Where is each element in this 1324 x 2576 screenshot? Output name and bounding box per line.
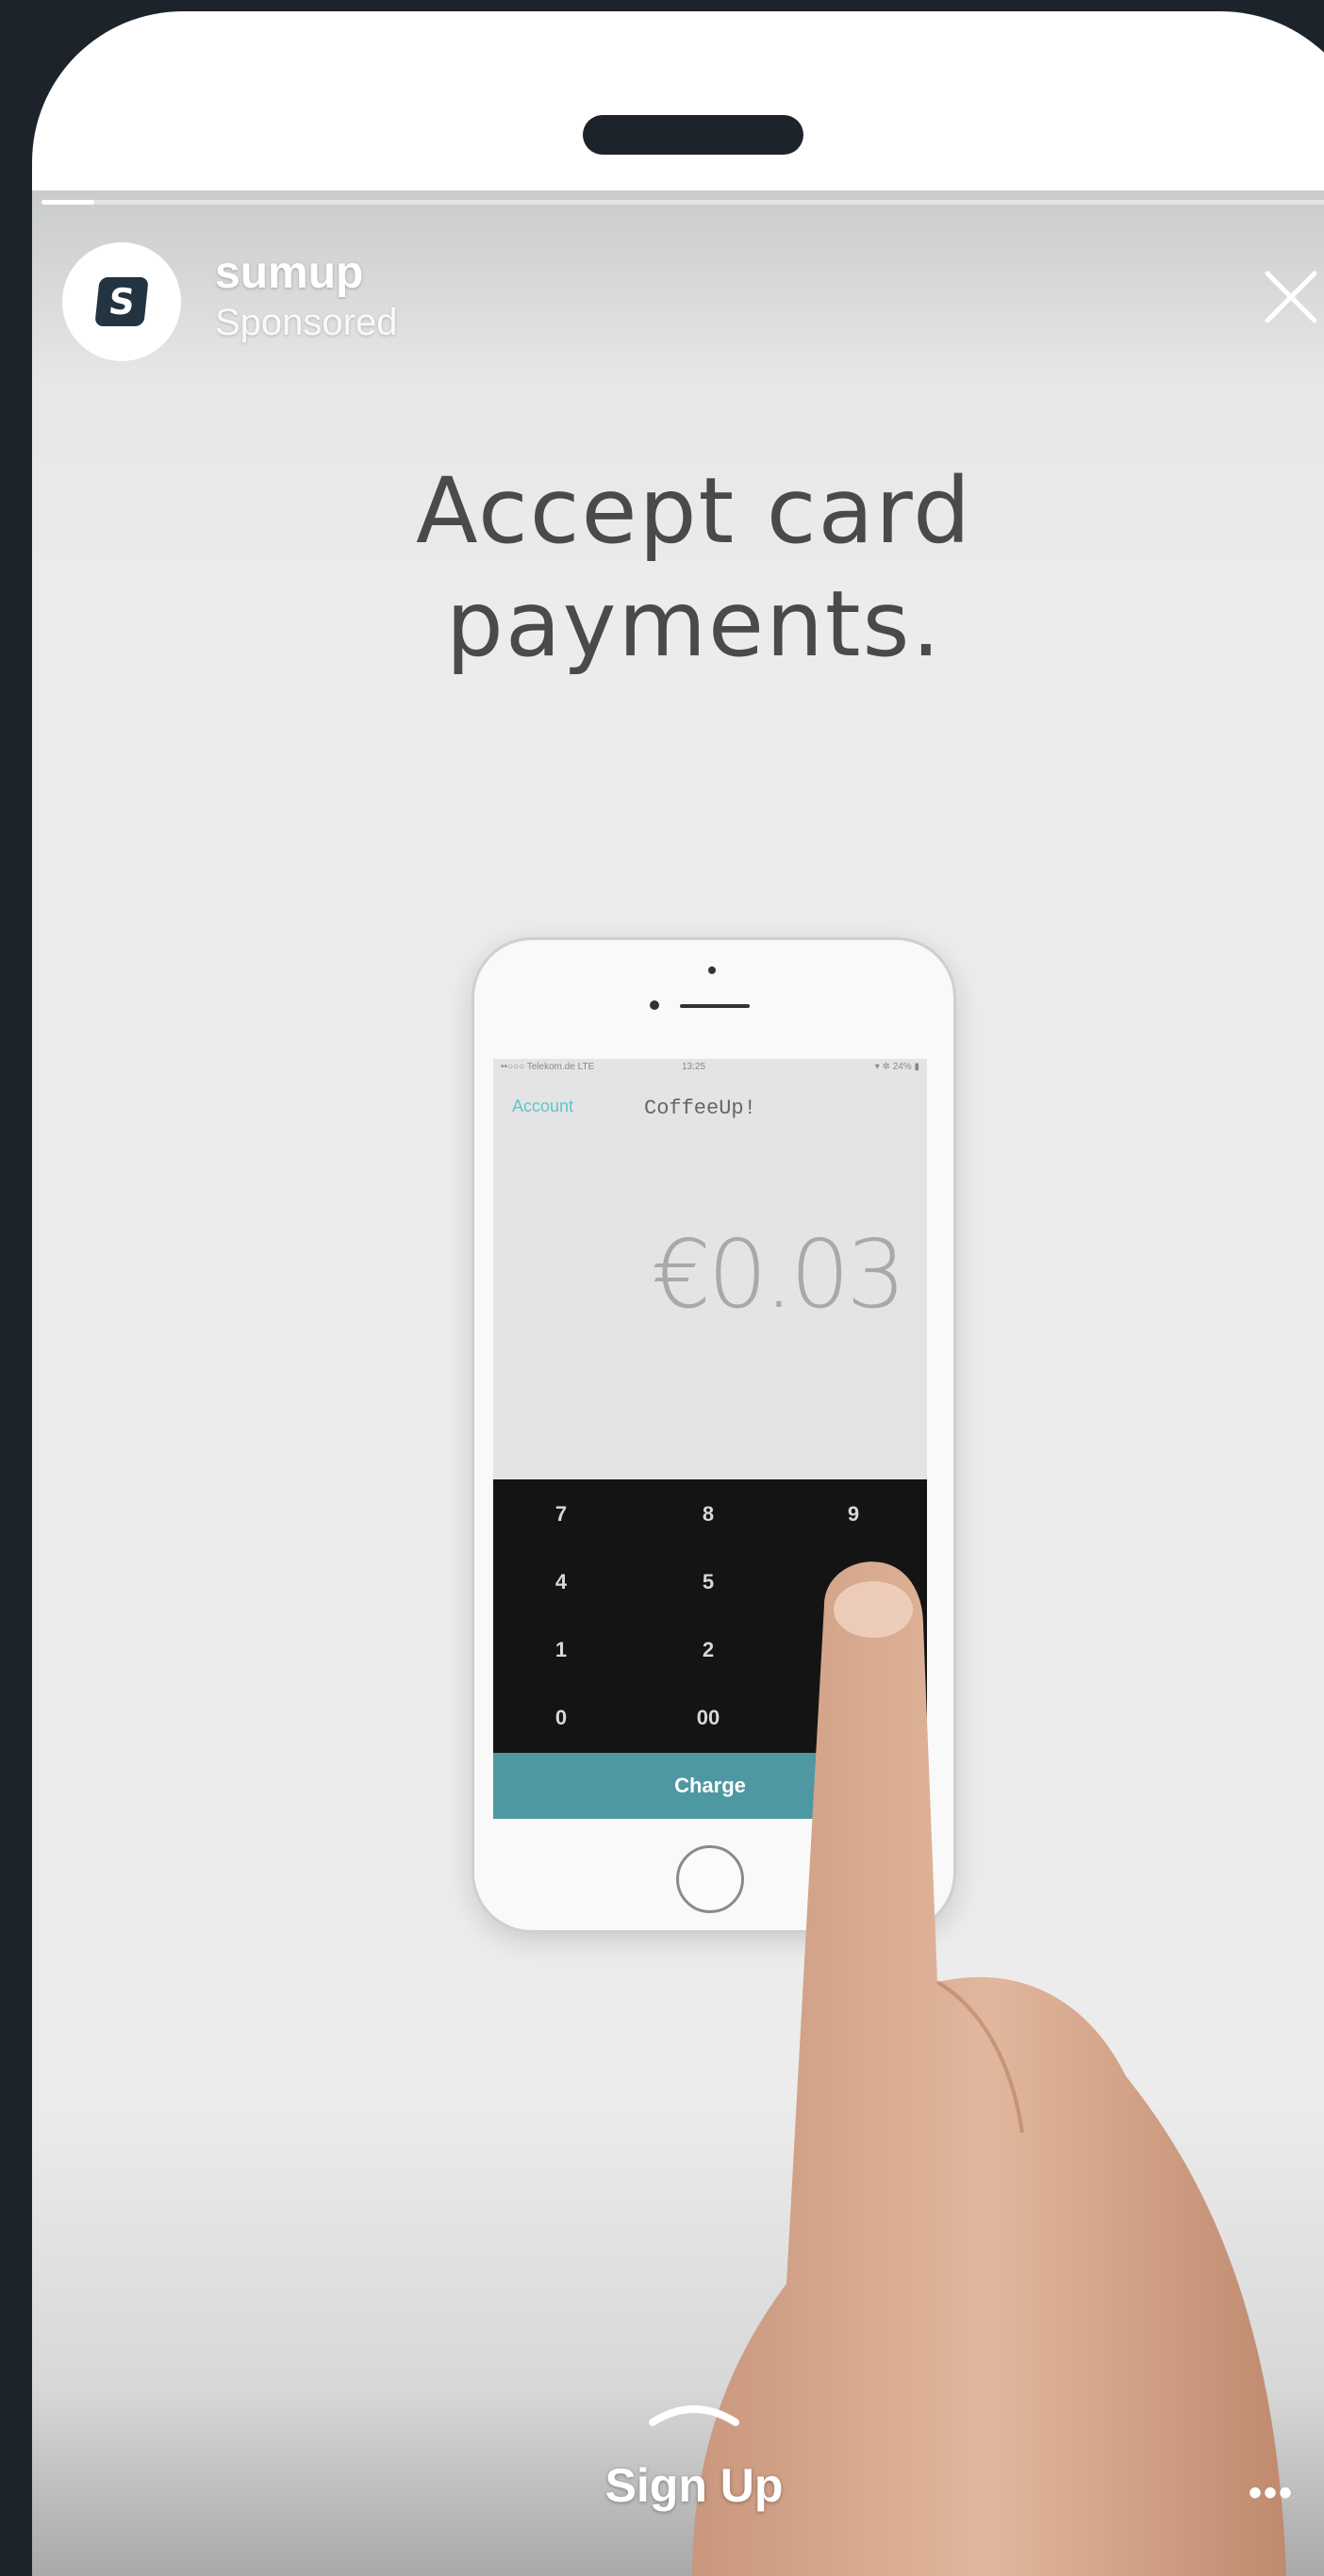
app-account-link: Account [512, 1097, 574, 1115]
phone-sensor [708, 966, 716, 974]
story-progress-fill [41, 200, 94, 205]
amount-display: €0.03 [651, 1219, 906, 1329]
phone-image: ••○○○ Telekom.de LTE 13:25 ▾ ✲ 24% ▮ Acc… [472, 937, 956, 1933]
account-name[interactable]: sumup [215, 247, 363, 299]
headline-line-2: payments. [445, 571, 943, 677]
sign-up-button[interactable]: Sign Up [32, 2458, 1324, 2513]
key-8: 8 [702, 1502, 715, 1526]
account-avatar[interactable]: S [62, 242, 181, 361]
key-0: 0 [554, 1706, 568, 1729]
key-7: 7 [554, 1502, 568, 1526]
app-title: CoffeeUp! [644, 1097, 756, 1120]
device-notch [583, 115, 803, 155]
charge-button: Charge [493, 1753, 927, 1819]
sumup-logo-icon: S [94, 277, 149, 326]
keypad: 7 8 9 4 5 6 1 2 3 0 00 [493, 1479, 927, 1753]
key-2: 2 [702, 1638, 715, 1661]
phone-home-button [676, 1845, 744, 1913]
key-1: 1 [554, 1638, 568, 1661]
close-icon[interactable] [1258, 264, 1324, 330]
more-options-icon[interactable]: ••• [1249, 2472, 1294, 2515]
key-5: 5 [702, 1570, 715, 1593]
headline-line-1: Accept card [415, 458, 973, 564]
key-4: 4 [554, 1570, 568, 1593]
phone-screen: ••○○○ Telekom.de LTE 13:25 ▾ ✲ 24% ▮ Acc… [493, 1059, 927, 1819]
story-progress-bar [41, 200, 1324, 205]
ad-headline: Accept card payments. [32, 454, 1324, 681]
phone-status-bar: ••○○○ Telekom.de LTE 13:25 ▾ ✲ 24% ▮ [493, 1059, 927, 1076]
chevron-up-icon[interactable] [647, 2392, 741, 2430]
key-6: 6 [847, 1570, 860, 1593]
key-00: 00 [696, 1706, 720, 1729]
device-frame: S sumup Sponsored Accept card payments. … [32, 11, 1324, 2576]
status-carrier: ••○○○ Telekom.de LTE [501, 1062, 595, 1072]
phone-camera [650, 1000, 659, 1010]
phone-speaker [680, 1004, 750, 1008]
status-battery: ▾ ✲ 24% ▮ [874, 1062, 919, 1072]
story-view[interactable]: S sumup Sponsored Accept card payments. … [32, 190, 1324, 2576]
sponsored-label: Sponsored [215, 302, 398, 343]
key-9: 9 [847, 1502, 860, 1526]
key-3: 3 [847, 1638, 860, 1661]
status-time: 13:25 [682, 1062, 706, 1072]
